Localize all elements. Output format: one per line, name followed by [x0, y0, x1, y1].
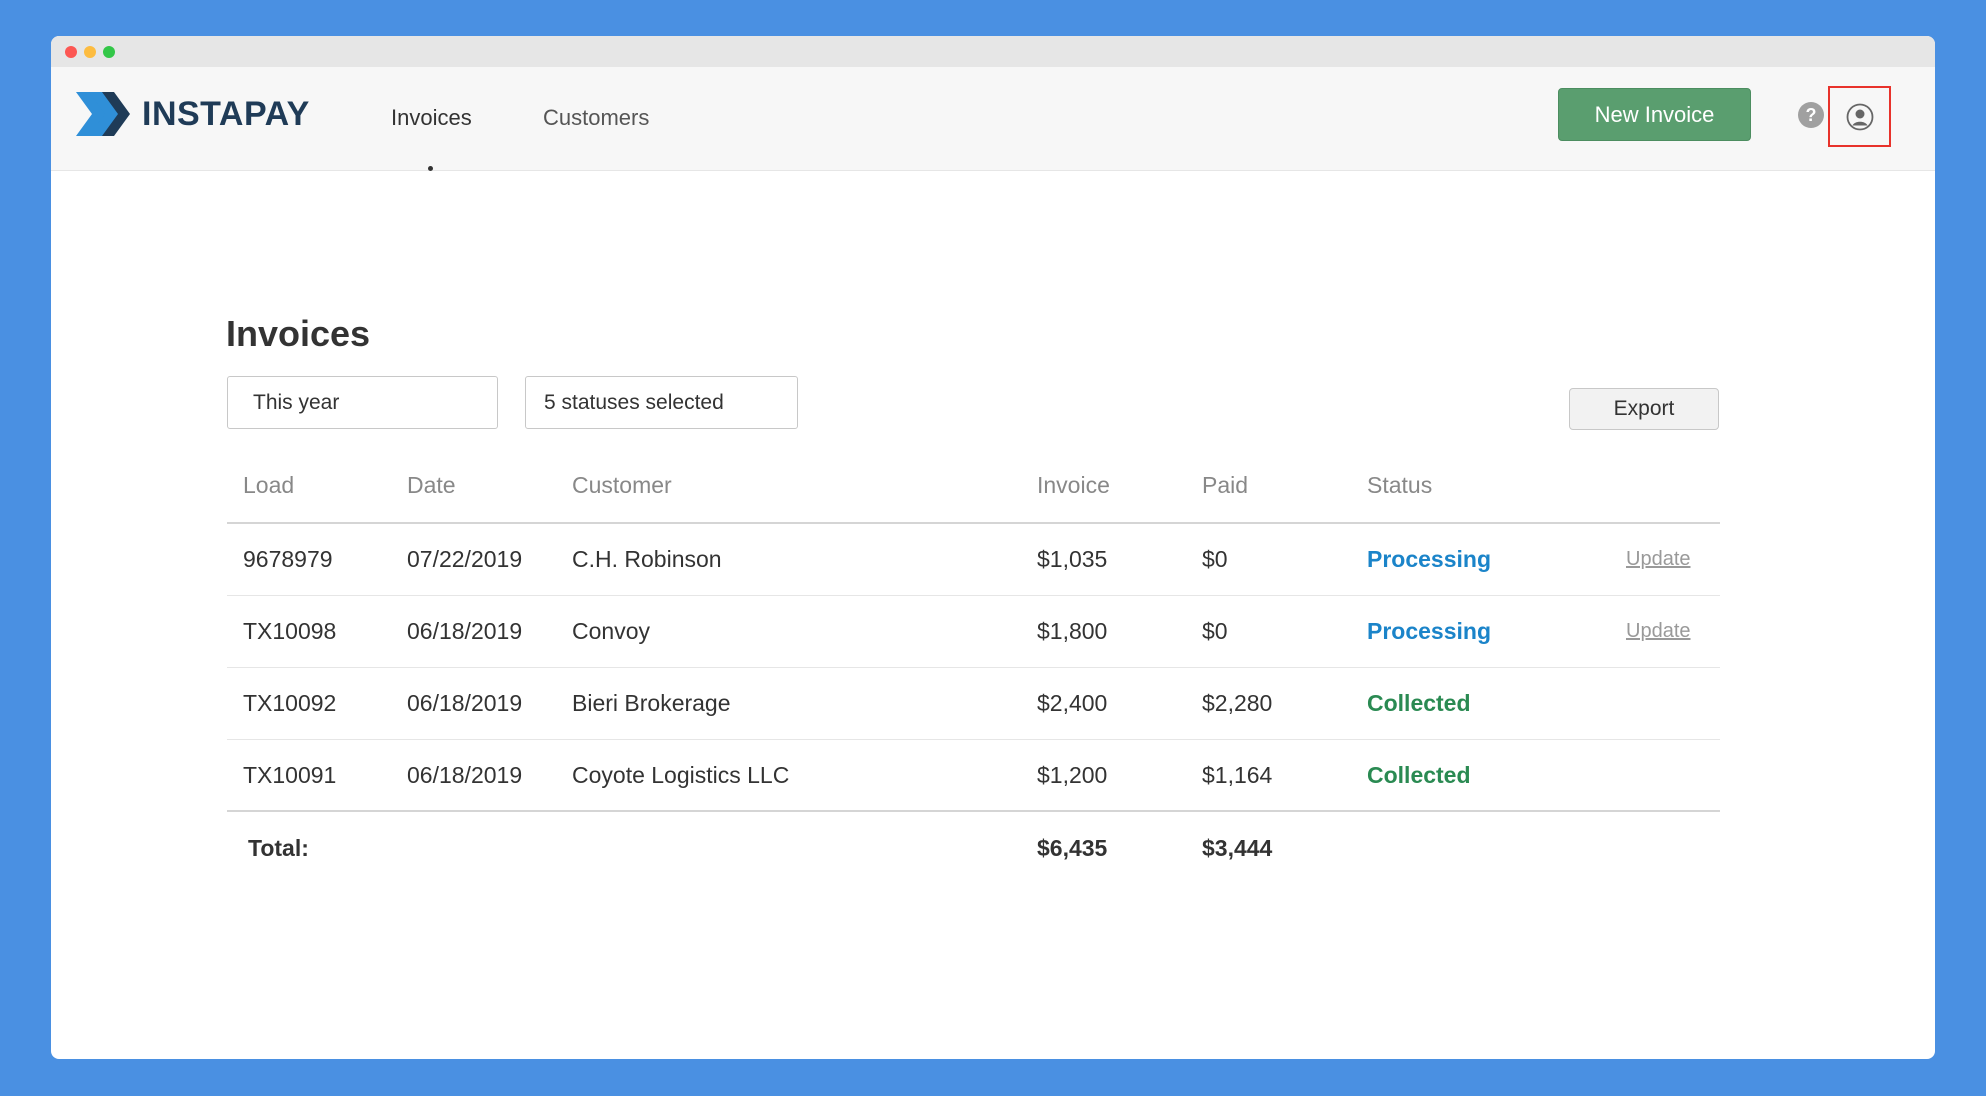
close-window-button[interactable]	[65, 46, 77, 58]
paid-cell: $0	[1202, 618, 1228, 644]
help-icon[interactable]: ?	[1798, 102, 1824, 128]
total-label: Total:	[248, 834, 309, 861]
customer-cell: Coyote Logistics LLC	[572, 761, 790, 788]
minimize-window-button[interactable]	[84, 46, 96, 58]
customer-cell: Bieri Brokerage	[572, 690, 731, 716]
logo[interactable]: INSTAPAY	[76, 92, 310, 136]
table-row[interactable]: TX10092 06/18/2019 Bieri Brokerage $2,40…	[227, 668, 1720, 740]
invoice-cell: $1,800	[1037, 618, 1108, 644]
chevron-logo-icon	[76, 92, 130, 136]
column-header-date[interactable]: Date	[407, 472, 456, 522]
table-row[interactable]: TX10098 06/18/2019 Convoy $1,800 $0 Proc…	[227, 596, 1720, 668]
paid-cell: $1,164	[1202, 761, 1273, 788]
invoices-table: Load Date Customer Invoice Paid Status 9…	[227, 472, 1720, 884]
invoice-cell: $1,200	[1037, 761, 1108, 788]
status-cell: Processing	[1367, 618, 1491, 644]
brand-name: INSTAPAY	[142, 94, 310, 133]
table-total-row: Total: $6,435 $3,444	[227, 812, 1720, 884]
total-paid: $3,444	[1202, 834, 1273, 861]
nav-invoices[interactable]: Invoices	[391, 105, 472, 131]
date-range-select[interactable]: This year	[227, 376, 498, 429]
table-header-row: Load Date Customer Invoice Paid Status	[227, 472, 1720, 524]
load-cell: TX10091	[243, 761, 337, 788]
export-button[interactable]: Export	[1569, 388, 1719, 430]
app-header: INSTAPAY Invoices Customers New Invoice …	[51, 67, 1935, 171]
table-row[interactable]: TX10091 06/18/2019 Coyote Logistics LLC …	[227, 740, 1720, 812]
update-link[interactable]: Update	[1626, 524, 1691, 595]
customer-cell: C.H. Robinson	[572, 546, 722, 572]
update-link[interactable]: Update	[1626, 596, 1691, 667]
window-titlebar	[51, 36, 1935, 67]
load-cell: TX10098	[243, 618, 337, 644]
page-title: Invoices	[226, 313, 371, 354]
load-cell: TX10092	[243, 690, 337, 716]
invoice-cell: $2,400	[1037, 690, 1108, 716]
column-header-customer[interactable]: Customer	[572, 472, 672, 522]
paid-cell: $2,280	[1202, 690, 1273, 716]
maximize-window-button[interactable]	[103, 46, 115, 58]
column-header-status[interactable]: Status	[1367, 472, 1432, 522]
status-cell: Processing	[1367, 546, 1491, 572]
customer-cell: Convoy	[572, 618, 650, 644]
column-header-load[interactable]: Load	[243, 472, 294, 522]
invoice-cell: $1,035	[1037, 546, 1108, 572]
column-header-invoice[interactable]: Invoice	[1037, 472, 1110, 522]
status-cell: Collected	[1367, 761, 1471, 788]
date-cell: 06/18/2019	[407, 761, 523, 788]
status-filter-select[interactable]: 5 statuses selected	[525, 376, 798, 429]
user-account-icon	[1846, 103, 1873, 130]
user-account-button[interactable]	[1828, 86, 1891, 147]
browser-window: INSTAPAY Invoices Customers New Invoice …	[51, 36, 1935, 1059]
nav-active-indicator	[428, 166, 433, 171]
paid-cell: $0	[1202, 546, 1228, 572]
total-invoice: $6,435	[1037, 834, 1108, 861]
date-cell: 07/22/2019	[407, 546, 523, 572]
table-row[interactable]: 9678979 07/22/2019 C.H. Robinson $1,035 …	[227, 524, 1720, 596]
load-cell: 9678979	[243, 546, 333, 572]
column-header-paid[interactable]: Paid	[1202, 472, 1248, 522]
nav-customers[interactable]: Customers	[543, 105, 649, 131]
status-cell: Collected	[1367, 690, 1471, 716]
new-invoice-button[interactable]: New Invoice	[1558, 88, 1751, 141]
date-cell: 06/18/2019	[407, 690, 523, 716]
date-cell: 06/18/2019	[407, 618, 523, 644]
